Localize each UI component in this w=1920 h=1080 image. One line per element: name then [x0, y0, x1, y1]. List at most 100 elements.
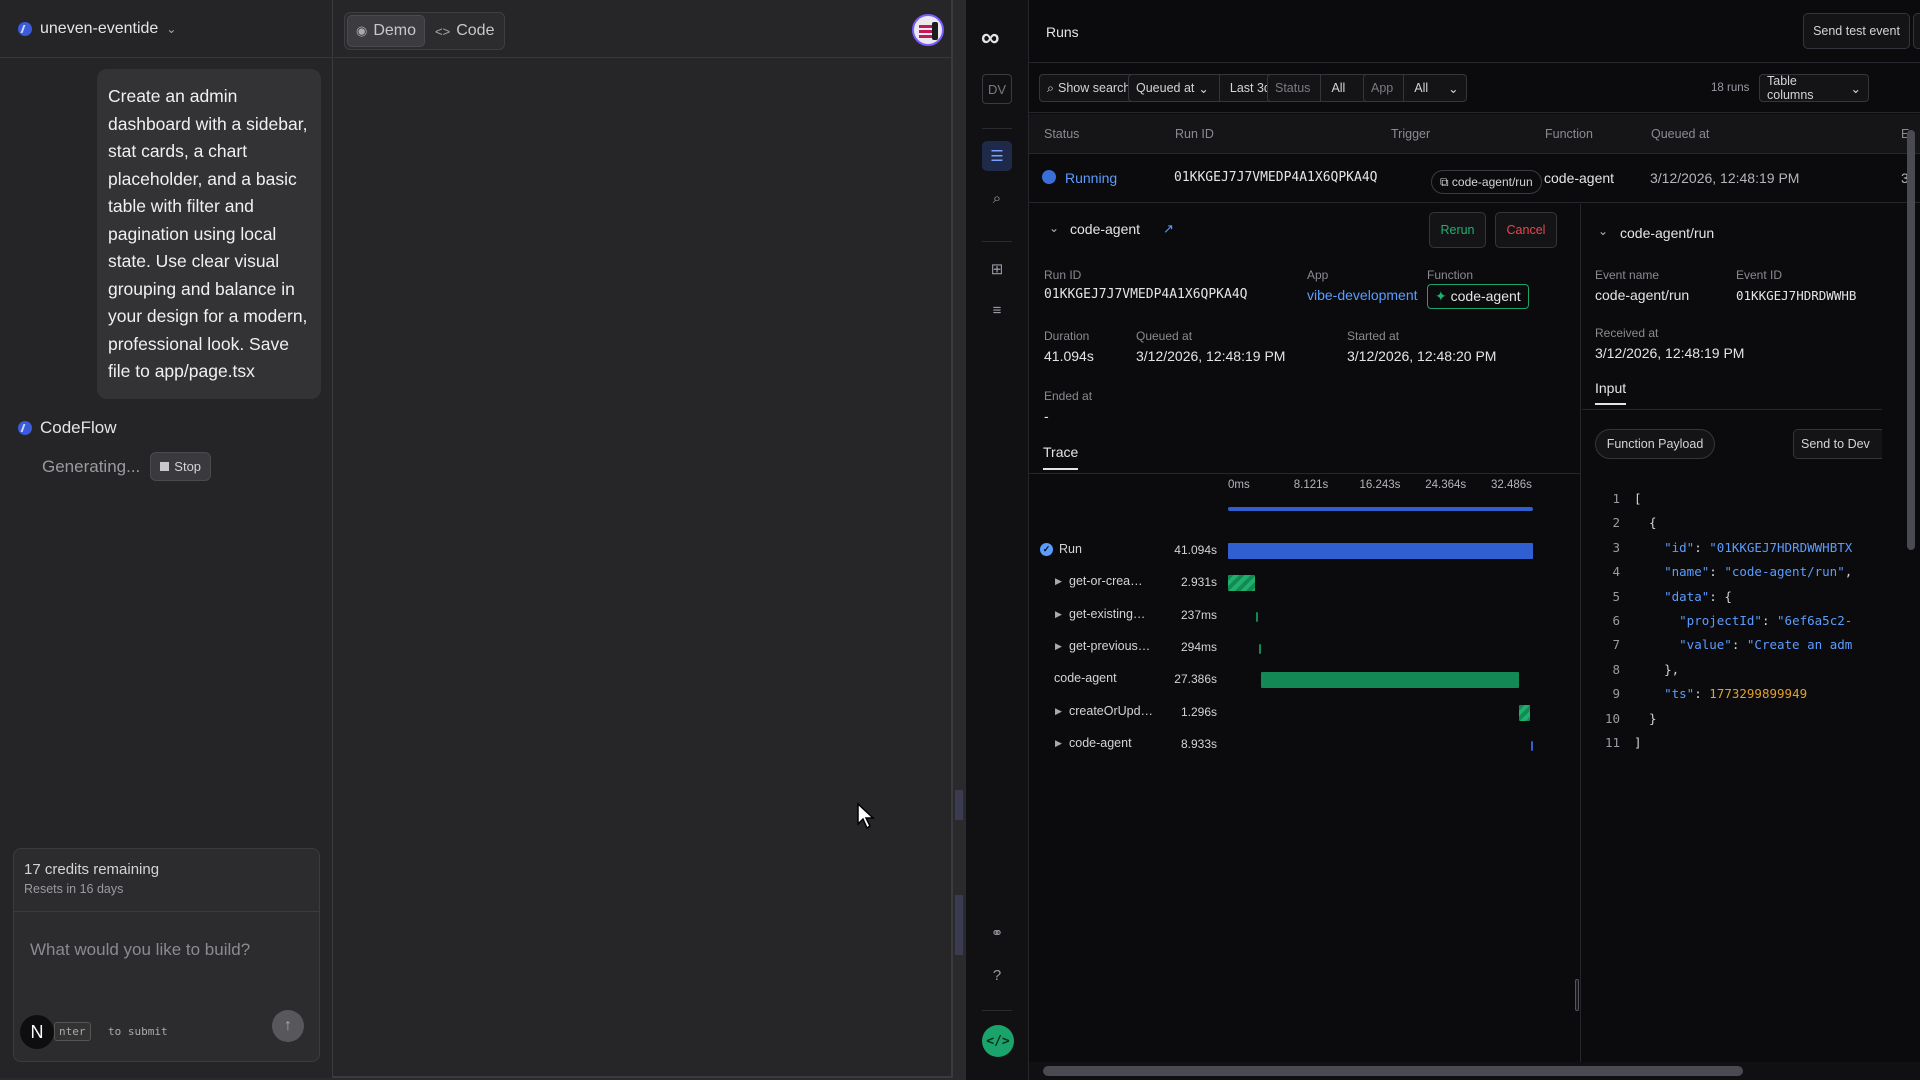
external-link-icon[interactable]: ↗ — [1163, 221, 1174, 237]
trace-step-bar[interactable] — [1258, 643, 1261, 654]
run-queued-at: 3/12/2026, 12:48:19 PM — [1650, 170, 1800, 186]
line-number: 2 — [1612, 515, 1620, 531]
apps-nav-icon[interactable]: ⊞ — [982, 254, 1012, 284]
horizontal-scrollbar[interactable] — [1029, 1062, 1920, 1080]
line-number: 8 — [1612, 661, 1620, 677]
trace-row[interactable]: code-agent 27.386s — [1029, 667, 1581, 693]
app-link[interactable]: vibe-development — [1307, 287, 1418, 303]
code-text: "projectId": "6ef6a5c2- — [1679, 613, 1853, 628]
collapse-chevron-icon[interactable]: ⌄ — [1598, 224, 1608, 238]
settings-button[interactable]: ⚙ — [1913, 13, 1920, 49]
trace-row[interactable]: ▶ code-agent 8.933s — [1029, 732, 1581, 758]
duration-label: Duration — [1044, 329, 1090, 343]
stop-icon — [160, 462, 170, 471]
trace-step-bar[interactable] — [1260, 672, 1519, 689]
trace-step-bar[interactable] — [1228, 575, 1255, 592]
trace-tick-label: 24.364s — [1425, 479, 1467, 491]
trace-step-duration: 2.931s — [1180, 575, 1217, 590]
trace-step-name: Run — [1059, 542, 1082, 556]
ended-value: - — [1044, 408, 1049, 424]
event-name-value: code-agent/run — [1595, 287, 1690, 303]
filter-divider — [1403, 74, 1405, 102]
submit-hint: to submit — [108, 1025, 168, 1038]
resize-handle[interactable] — [955, 780, 965, 1000]
chevron-down-icon: ⌄ — [166, 21, 177, 36]
queued-at-filter-label: Queued at — [1136, 81, 1195, 95]
trace-step-name: get-or-crea… — [1069, 574, 1143, 589]
expand-caret-icon[interactable]: ▶ — [1055, 706, 1062, 717]
trace-row[interactable]: ▶ createOrUpd… 1.296s — [1029, 700, 1581, 726]
expand-caret-icon[interactable]: ▶ — [1055, 576, 1062, 587]
account-avatar[interactable] — [912, 14, 944, 46]
trace-step-name: createOrUpd… — [1069, 703, 1154, 718]
runs-nav-icon[interactable]: ☰ — [982, 141, 1012, 171]
col-run-id[interactable]: Run ID — [1175, 127, 1214, 141]
help-nav-icon[interactable]: ? — [982, 960, 1012, 990]
code-text: } — [1634, 710, 1657, 726]
trace-step-name: code-agent — [1069, 735, 1132, 750]
trace-step-duration: 27.386s — [1174, 672, 1217, 687]
collapse-chevron-icon[interactable]: ⌄ — [1049, 221, 1059, 235]
agent-header: CodeFlow — [18, 418, 117, 438]
tab-code[interactable]: <> Code — [427, 15, 502, 47]
send-test-event-button[interactable]: Send test event — [1803, 13, 1910, 49]
code-text: { — [1634, 515, 1657, 531]
dev-server-icon[interactable]: </> — [982, 1025, 1014, 1057]
expand-caret-icon[interactable]: ▶ — [1055, 641, 1062, 652]
project-switcher[interactable]: uneven-eventide ⌄ — [0, 0, 332, 58]
vertical-scrollbar[interactable] — [1907, 130, 1915, 550]
trace-step-bar[interactable] — [1256, 611, 1259, 622]
code-text: ] — [1634, 735, 1642, 750]
trace-row[interactable]: ▶ get-existing… 237ms — [1029, 603, 1581, 629]
horizontal-scrollbar-thumb[interactable] — [1043, 1066, 1743, 1076]
trace-step-bar[interactable] — [1228, 543, 1533, 559]
panel-resize-handle[interactable] — [1575, 979, 1579, 1011]
col-function[interactable]: Function — [1545, 127, 1593, 141]
trace-tick-label: 32.486s — [1491, 479, 1532, 491]
code-text: [ — [1634, 491, 1642, 506]
trace-row[interactable]: ▶ get-previous… 294ms — [1029, 635, 1581, 661]
cancel-button[interactable]: Cancel — [1495, 212, 1557, 248]
col-trigger[interactable]: Trigger — [1391, 127, 1430, 141]
env-badge[interactable]: DV — [982, 74, 1012, 104]
run-detail-title: code-agent — [1070, 221, 1141, 237]
arrow-up-icon: ↑ — [284, 1017, 292, 1034]
tab-demo[interactable]: ◉ Demo — [347, 15, 426, 47]
inngest-logo-icon[interactable]: ∞ — [981, 22, 1015, 52]
function-payload-button[interactable]: Function Payload — [1595, 429, 1715, 459]
stop-button[interactable]: Stop — [150, 452, 212, 481]
search-nav-icon[interactable]: ⌕ — [982, 183, 1012, 213]
functions-nav-icon[interactable]: ≡ — [982, 295, 1012, 325]
rerun-button[interactable]: Rerun — [1429, 212, 1486, 248]
expand-caret-icon[interactable]: ▶ — [1055, 738, 1062, 749]
run-detail-panel: ⌄ code-agent ↗ Rerun Cancel Run ID 01KKG… — [1029, 204, 1581, 1062]
line-number: 7 — [1612, 637, 1620, 653]
expand-caret-icon[interactable]: ▶ — [1055, 609, 1062, 620]
send-button[interactable]: ↑ — [272, 1010, 304, 1042]
chat-column: uneven-eventide ⌄ Create an admin dashbo… — [0, 0, 333, 1078]
table-columns-button[interactable]: Table columns ⌄ — [1759, 74, 1869, 102]
col-status[interactable]: Status — [1044, 127, 1079, 141]
nav-divider — [982, 1010, 1012, 1011]
nav-divider — [982, 128, 1012, 129]
trace-row[interactable]: ▶ get-or-crea… 2.931s — [1029, 570, 1581, 596]
line-number: 1 — [1612, 491, 1620, 506]
share-nav-icon[interactable]: ⚭ — [982, 918, 1012, 948]
trigger-badge: ⧉ code-agent/run — [1431, 170, 1542, 194]
function-badge[interactable]: ✦ code-agent — [1427, 284, 1529, 309]
user-avatar[interactable]: N — [20, 1015, 54, 1049]
tab-trace[interactable]: Trace — [1043, 444, 1079, 470]
time-range-label: Last 3d — [1229, 81, 1271, 95]
trace-step-bar[interactable] — [1518, 704, 1530, 721]
send-test-event-label: Send test event — [1813, 24, 1900, 38]
show-search-button[interactable]: ⌕ Show search — [1039, 74, 1139, 102]
trace-step-duration: 8.933s — [1180, 736, 1217, 751]
prompt-input[interactable] — [30, 940, 300, 960]
trace-step-bar[interactable] — [1530, 740, 1533, 751]
app-filter[interactable]: App All ⌄ — [1363, 74, 1467, 102]
tab-input[interactable]: Input — [1595, 380, 1627, 405]
trace-row[interactable]: ✓ Run 41.094s — [1029, 538, 1581, 564]
col-queued-at[interactable]: Queued at — [1651, 127, 1709, 141]
send-to-dev-button[interactable]: Send to Dev — [1793, 429, 1882, 459]
table-row[interactable]: Running 01KKGEJ7J7VMEDP4A1X6QPKA4Q ⧉ cod… — [1029, 155, 1920, 203]
